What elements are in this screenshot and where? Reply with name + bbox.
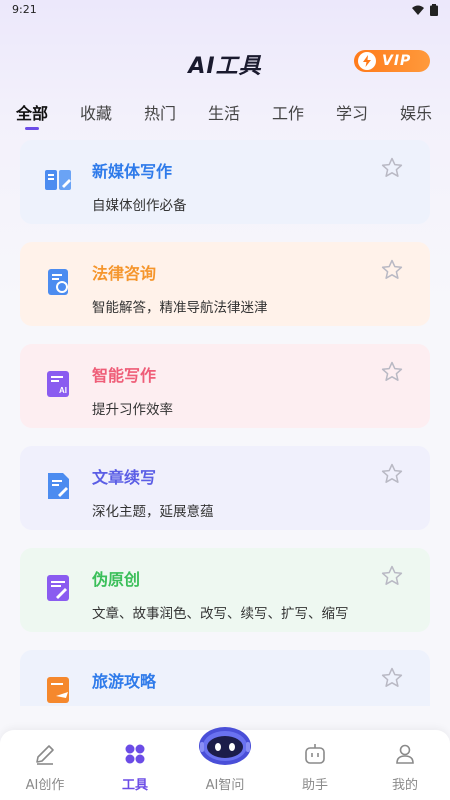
tab-2[interactable]: 热门 — [144, 100, 176, 124]
vip-label: VIP — [382, 53, 412, 69]
nav-label: AI创作 — [25, 778, 65, 793]
battery-icon — [430, 4, 438, 16]
tab-5[interactable]: 学习 — [336, 100, 368, 124]
star-icon[interactable] — [380, 564, 404, 588]
tool-title: 法律咨询 — [92, 264, 157, 283]
user-icon — [396, 744, 414, 764]
book-edit-icon — [45, 170, 71, 190]
tool-title: 旅游攻略 — [92, 672, 157, 691]
nav-label: 助手 — [301, 778, 328, 793]
tab-label: 收藏 — [80, 104, 113, 123]
header: AI工具 VIP — [0, 40, 450, 84]
status-bar: 9:21 — [0, 0, 450, 22]
tool-description: 文章、故事润色、改写、续写、扩写、缩写 — [92, 606, 349, 622]
tool-title: 伪原创 — [92, 570, 141, 589]
vip-button[interactable]: VIP — [354, 50, 430, 72]
tool-description: 自媒体创作必备 — [92, 198, 187, 214]
tool-card[interactable]: 新媒体写作自媒体创作必备 — [20, 140, 430, 224]
nav-label: AI智问 — [205, 778, 245, 793]
nav-item-4[interactable]: 我的 — [360, 730, 450, 800]
svg-text:AI: AI — [59, 386, 67, 395]
tab-label: 全部 — [16, 104, 49, 123]
tab-underline — [25, 127, 39, 130]
tab-label: 工作 — [272, 104, 305, 123]
lightning-icon — [358, 52, 376, 70]
travel-document-icon — [47, 677, 69, 703]
tool-card[interactable]: 旅游攻略 — [20, 650, 430, 706]
assistant-icon — [305, 744, 325, 764]
tab-3[interactable]: 生活 — [208, 100, 240, 124]
star-icon[interactable] — [380, 258, 404, 282]
nav-label: 工具 — [121, 778, 148, 793]
tool-title: 文章续写 — [92, 468, 157, 487]
tool-description: 提升习作效率 — [92, 402, 173, 418]
star-icon[interactable] — [380, 360, 404, 384]
category-tabs: 全部 收藏 热门 生活 工作 学习 娱乐 — [0, 100, 450, 134]
star-icon[interactable] — [380, 462, 404, 486]
wifi-icon — [412, 5, 424, 15]
grid-icon — [125, 744, 145, 764]
status-time: 9:21 — [12, 3, 37, 16]
star-icon[interactable] — [380, 666, 404, 690]
nav-label: 我的 — [391, 778, 418, 793]
tool-card[interactable]: 法律咨询智能解答，精准导航法律迷津 — [20, 242, 430, 326]
law-document-icon — [48, 269, 68, 295]
tab-label: 热门 — [144, 104, 177, 123]
tab-label: 学习 — [336, 104, 369, 123]
status-icons — [412, 4, 438, 16]
tab-0[interactable]: 全部 — [16, 100, 49, 130]
tool-card[interactable]: 文章续写深化主题，延展意蕴 — [20, 446, 430, 530]
tool-description: 深化主题，延展意蕴 — [92, 504, 214, 520]
tool-list: 新媒体写作自媒体创作必备 法律咨询智能解答，精准导航法律迷津 AI 智能写作提升习作效… — [0, 140, 450, 706]
tab-1[interactable]: 收藏 — [80, 100, 112, 124]
ai-document-icon: AI — [47, 371, 69, 397]
tool-title: 新媒体写作 — [92, 162, 173, 181]
tool-card[interactable]: 伪原创文章、故事润色、改写、续写、扩写、缩写 — [20, 548, 430, 632]
robot-icon[interactable] — [198, 720, 252, 766]
tab-label: 娱乐 — [400, 104, 433, 123]
tool-card[interactable]: AI 智能写作提升习作效率 — [20, 344, 430, 428]
nav-item-3[interactable]: 助手 — [270, 730, 360, 800]
pencil-icon — [36, 745, 54, 765]
tool-description: 智能解答，精准导航法律迷津 — [92, 300, 268, 316]
tab-label: 生活 — [208, 104, 241, 123]
nav-item-1[interactable]: 工具 — [90, 730, 180, 800]
tab-6[interactable]: 娱乐 — [400, 100, 432, 124]
document-edit-icon — [48, 473, 69, 499]
tab-4[interactable]: 工作 — [272, 100, 304, 124]
rewrite-document-icon — [47, 575, 69, 601]
nav-item-0[interactable]: AI创作 — [0, 730, 90, 800]
star-icon[interactable] — [380, 156, 404, 180]
tool-title: 智能写作 — [92, 366, 157, 385]
